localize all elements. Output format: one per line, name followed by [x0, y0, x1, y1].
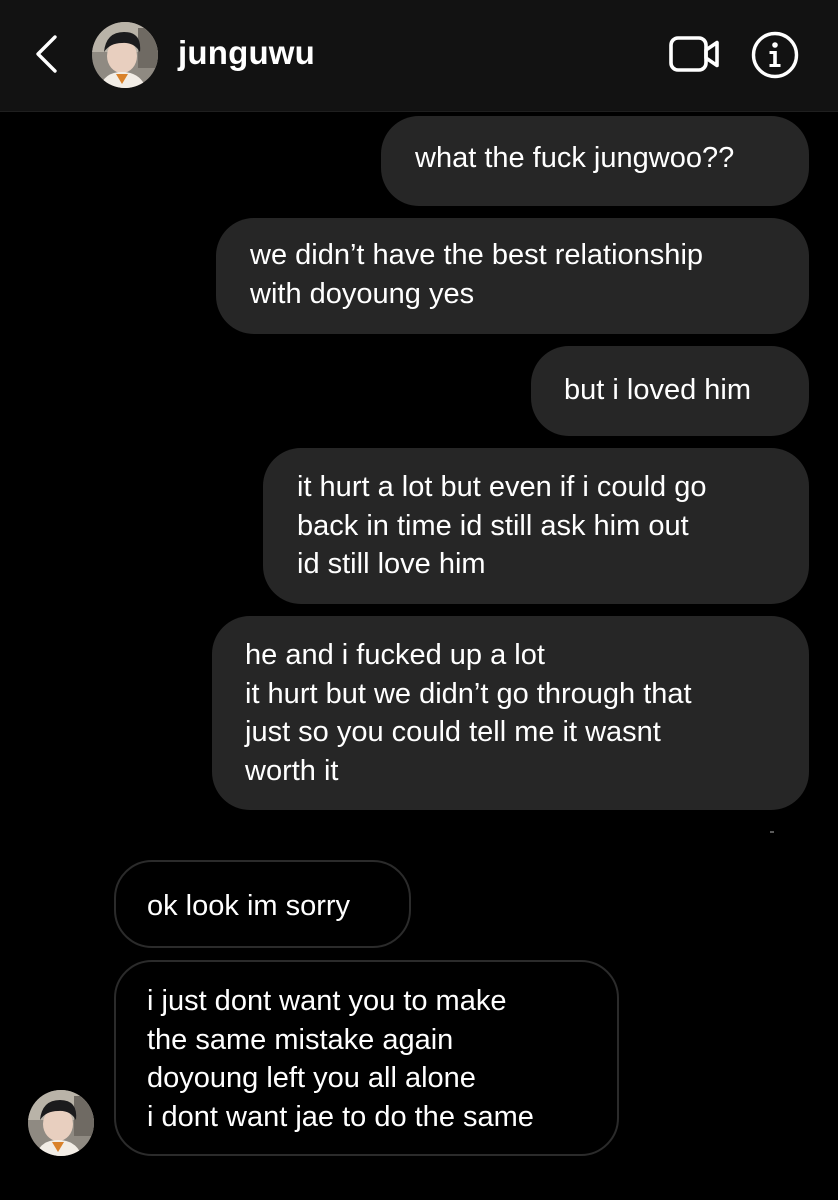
chat-screen: junguwu what the fuck jungwoo?? we didn’…	[0, 0, 838, 1200]
avatar[interactable]	[92, 22, 158, 88]
info-button[interactable]	[750, 30, 800, 80]
message-bubble-sent[interactable]: it hurt a lot but even if i could go bac…	[263, 448, 809, 604]
divider-speck	[770, 831, 774, 833]
message-bubble-sent[interactable]: what the fuck jungwoo??	[381, 116, 809, 206]
username[interactable]: junguwu	[178, 34, 315, 72]
message-bubble-sent[interactable]: but i loved him	[531, 346, 809, 436]
chevron-left-icon	[36, 35, 57, 73]
message-bubble-received[interactable]: i just dont want you to make the same mi…	[114, 960, 619, 1156]
back-button[interactable]	[26, 32, 66, 76]
sender-avatar[interactable]	[28, 1090, 94, 1156]
video-call-button[interactable]	[668, 34, 722, 74]
message-bubble-sent[interactable]: we didn’t have the best relationship wit…	[216, 218, 809, 334]
message-bubble-received[interactable]: ok look im sorry	[114, 860, 411, 948]
info-icon	[751, 31, 799, 79]
video-camera-icon	[669, 36, 719, 72]
chat-header: junguwu	[0, 0, 838, 112]
message-bubble-sent[interactable]: he and i fucked up a lot it hurt but we …	[212, 616, 809, 810]
